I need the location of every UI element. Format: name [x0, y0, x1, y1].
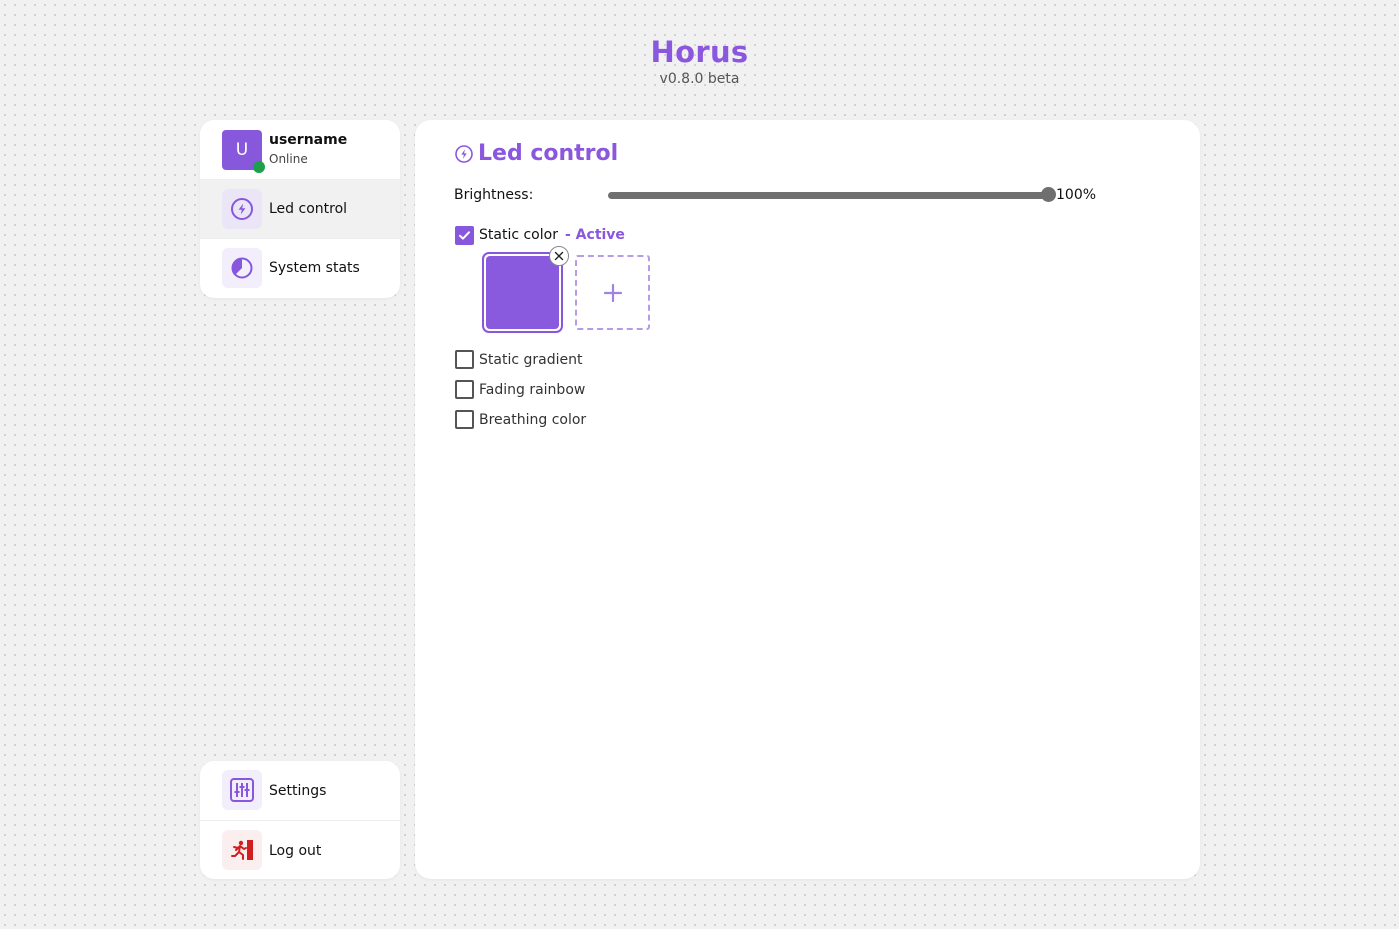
static-gradient-label[interactable]: Static gradient [479, 352, 582, 368]
led-control-panel: Led control Brightness: 100% Static colo… [415, 120, 1200, 879]
logout-button[interactable]: Log out [200, 820, 400, 879]
brightness-label: Brightness: [454, 187, 534, 203]
exit-runner-icon [222, 830, 262, 870]
online-status-dot [253, 161, 265, 173]
lightning-circle-icon [455, 144, 473, 163]
pie-chart-icon [222, 248, 262, 288]
sidebar-item-label: Settings [269, 782, 327, 799]
app-header: Horus v0.8.0 beta [0, 34, 1399, 88]
sidebar-item-system-stats[interactable]: System stats [200, 238, 400, 297]
sidebar-item-settings[interactable]: Settings [200, 761, 400, 820]
plus-icon [603, 283, 622, 302]
sidebar-bottom: Settings Log out [200, 761, 400, 879]
sidebar-item-led-control[interactable]: Led control [200, 179, 400, 238]
breathing-color-label[interactable]: Breathing color [479, 412, 586, 428]
remove-color-button[interactable] [549, 246, 569, 266]
page-title: Led control [454, 141, 618, 166]
app-title: Horus [650, 35, 749, 69]
color-swatch[interactable] [482, 252, 563, 333]
fading-rainbow-checkbox[interactable] [455, 380, 474, 399]
sidebar-item-label: Led control [269, 201, 348, 217]
brightness-slider[interactable] [608, 192, 1048, 199]
sliders-icon [222, 770, 262, 810]
static-gradient-checkbox[interactable] [455, 350, 474, 369]
sidebar-item-label: Log out [269, 842, 322, 859]
static-color-checkbox[interactable] [455, 226, 474, 245]
sidebar-nav: U username Online Led control System sta… [200, 120, 400, 298]
page-title-text: Led control [478, 141, 619, 166]
fading-rainbow-label[interactable]: Fading rainbow [479, 382, 585, 398]
app-version: v0.8.0 beta [659, 71, 740, 87]
user-status: Online [269, 152, 308, 166]
brightness-slider-thumb[interactable] [1041, 187, 1056, 202]
color-swatch-fill [486, 256, 559, 329]
lightning-circle-icon [222, 189, 262, 229]
user-profile: U username Online [200, 120, 400, 179]
active-badge: - Active [565, 227, 625, 243]
user-name: username [269, 132, 348, 148]
sidebar-item-label: System stats [269, 260, 360, 276]
static-color-label[interactable]: Static color [479, 227, 558, 243]
brightness-value: 100% [1056, 187, 1097, 203]
close-icon [554, 251, 564, 261]
add-color-button[interactable] [575, 255, 650, 330]
breathing-color-checkbox[interactable] [455, 410, 474, 429]
